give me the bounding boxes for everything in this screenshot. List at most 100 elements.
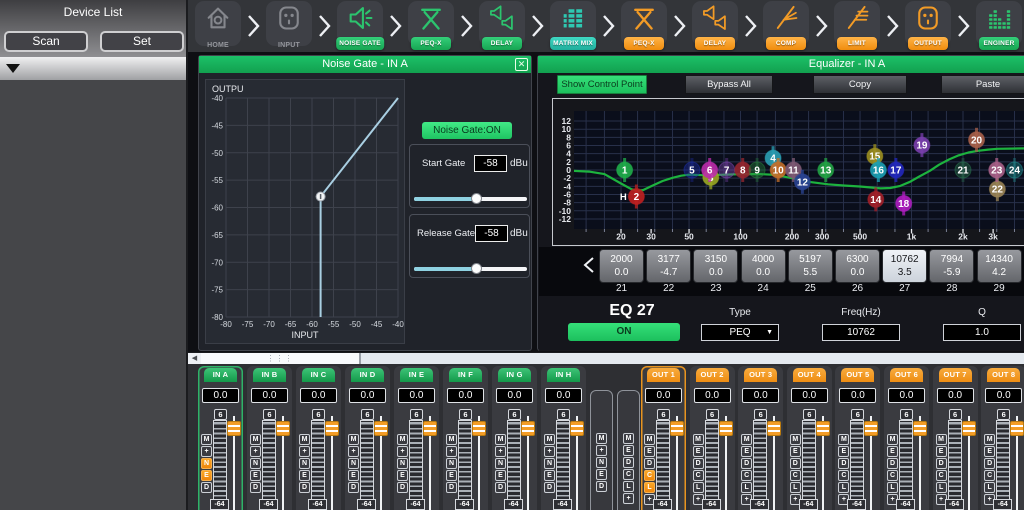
- channel-gain-value[interactable]: 0.0: [349, 388, 386, 403]
- bus-button-l[interactable]: L: [623, 481, 634, 492]
- channel-button-d[interactable]: D: [446, 482, 457, 493]
- channel-gain-value[interactable]: 0.0: [985, 388, 1022, 403]
- channel-strip-in-b[interactable]: IN B0.06-64M+NED: [247, 366, 292, 510]
- fader-handle[interactable]: [816, 421, 830, 436]
- channel-button-n[interactable]: N: [348, 458, 359, 469]
- mixer-scrollbar[interactable]: ◀ ⋮⋮⋮: [188, 352, 1024, 364]
- band-cell-26[interactable]: 63000.0: [835, 249, 880, 283]
- channel-button-d[interactable]: D: [887, 458, 898, 469]
- noise-gate-on-button[interactable]: Noise Gate:ON: [422, 122, 512, 139]
- channel-button-plus[interactable]: +: [348, 446, 359, 457]
- fader-handle[interactable]: [962, 421, 976, 436]
- channel-tab[interactable]: IN A: [204, 368, 237, 382]
- bus-button-c[interactable]: C: [623, 469, 634, 480]
- channel-button-l[interactable]: L: [838, 482, 849, 493]
- band-cell-24[interactable]: 40000.0: [741, 249, 786, 283]
- band-cell-21[interactable]: 20000.0: [599, 249, 644, 283]
- channel-strip-out-4[interactable]: OUT 40.06-64MEDCL+: [787, 366, 832, 510]
- release-gate-slider[interactable]: [414, 267, 527, 271]
- channel-button-d[interactable]: D: [936, 458, 947, 469]
- paste-button[interactable]: Paste: [941, 75, 1024, 94]
- channel-strip-out-3[interactable]: OUT 30.06-64MEDCL+: [738, 366, 783, 510]
- channel-button-m[interactable]: M: [446, 434, 457, 445]
- channel-button-plus[interactable]: +: [495, 446, 506, 457]
- channel-button-d[interactable]: D: [397, 482, 408, 493]
- channel-strip-in-a[interactable]: IN A0.06-64M+NED: [198, 366, 243, 510]
- channel-button-e[interactable]: E: [984, 446, 995, 457]
- q-field[interactable]: 1.0: [943, 324, 1021, 341]
- band-cell-22[interactable]: 3177-4.7: [646, 249, 691, 283]
- channel-tab[interactable]: IN E: [400, 368, 433, 382]
- channel-button-m[interactable]: M: [644, 434, 655, 445]
- channel-button-d[interactable]: D: [984, 458, 995, 469]
- channel-strip-in-e[interactable]: IN E0.06-64M+NED: [394, 366, 439, 510]
- channel-button-m[interactable]: M: [544, 434, 555, 445]
- channel-button-plus[interactable]: +: [397, 446, 408, 457]
- channel-button-n[interactable]: N: [446, 458, 457, 469]
- channel-strip-in-d[interactable]: IN D0.06-64M+NED: [345, 366, 390, 510]
- channel-button-l[interactable]: L: [693, 482, 704, 493]
- device-group-bar[interactable]: [0, 57, 186, 80]
- bus-button-d[interactable]: D: [596, 481, 607, 492]
- channel-gain-value[interactable]: 0.0: [545, 388, 582, 403]
- channel-tab[interactable]: IN D: [351, 368, 384, 382]
- channel-gain-value[interactable]: 0.0: [202, 388, 239, 403]
- channel-button-plus[interactable]: +: [299, 446, 310, 457]
- channel-strip-out-5[interactable]: OUT 50.06-64MEDCL+: [835, 366, 880, 510]
- channel-button-n[interactable]: N: [201, 458, 212, 469]
- channel-button-e[interactable]: E: [201, 470, 212, 481]
- channel-button-d[interactable]: D: [838, 458, 849, 469]
- fader-handle[interactable]: [227, 421, 241, 436]
- channel-strip-in-h[interactable]: IN H0.06-64M+NED: [541, 366, 586, 510]
- channel-button-e[interactable]: E: [446, 470, 457, 481]
- fader-handle[interactable]: [276, 421, 290, 436]
- bus-button-n[interactable]: N: [596, 457, 607, 468]
- channel-button-m[interactable]: M: [201, 434, 212, 445]
- channel-button-c[interactable]: C: [790, 470, 801, 481]
- channel-button-e[interactable]: E: [397, 470, 408, 481]
- channel-button-e[interactable]: E: [838, 446, 849, 457]
- band-cell-23[interactable]: 31500.0: [693, 249, 738, 283]
- fader-handle[interactable]: [670, 421, 684, 436]
- freq-field[interactable]: 10762: [822, 324, 900, 341]
- channel-button-l[interactable]: L: [741, 482, 752, 493]
- scrollbar-thumb[interactable]: ⋮⋮⋮: [201, 353, 361, 364]
- copy-button[interactable]: Copy: [813, 75, 907, 94]
- channel-gain-value[interactable]: 0.0: [839, 388, 876, 403]
- fader-handle[interactable]: [472, 421, 486, 436]
- channel-button-n[interactable]: N: [495, 458, 506, 469]
- channel-button-e[interactable]: E: [644, 446, 655, 457]
- channel-button-e[interactable]: E: [741, 446, 752, 457]
- channel-button-m[interactable]: M: [348, 434, 359, 445]
- channel-button-m[interactable]: M: [495, 434, 506, 445]
- channel-button-n[interactable]: N: [299, 458, 310, 469]
- channel-button-m[interactable]: M: [984, 434, 995, 445]
- channel-button-plus[interactable]: +: [544, 446, 555, 457]
- channel-button-l[interactable]: L: [984, 482, 995, 493]
- channel-button-m[interactable]: M: [887, 434, 898, 445]
- release-gate-slider-thumb[interactable]: [471, 263, 482, 274]
- channel-button-m[interactable]: M: [250, 434, 261, 445]
- channel-tab[interactable]: OUT 1: [647, 368, 680, 382]
- channel-button-e[interactable]: E: [936, 446, 947, 457]
- channel-button-m[interactable]: M: [693, 434, 704, 445]
- band-scroll-left-icon[interactable]: [583, 256, 595, 274]
- channel-strip-in-c[interactable]: IN C0.06-64M+NED: [296, 366, 341, 510]
- channel-button-m[interactable]: M: [397, 434, 408, 445]
- channel-strip-out-2[interactable]: OUT 20.06-64MEDCL+: [690, 366, 735, 510]
- channel-button-m[interactable]: M: [790, 434, 801, 445]
- fader-handle[interactable]: [767, 421, 781, 436]
- channel-gain-value[interactable]: 0.0: [645, 388, 682, 403]
- set-button[interactable]: Set: [100, 31, 184, 52]
- bus-button-d[interactable]: D: [623, 457, 634, 468]
- channel-tab[interactable]: IN B: [253, 368, 286, 382]
- channel-strip-in-g[interactable]: IN G0.06-64M+NED: [492, 366, 537, 510]
- channel-gain-value[interactable]: 0.0: [937, 388, 974, 403]
- fader-handle[interactable]: [423, 421, 437, 436]
- channel-button-d[interactable]: D: [250, 482, 261, 493]
- channel-button-c[interactable]: C: [741, 470, 752, 481]
- channel-button-m[interactable]: M: [936, 434, 947, 445]
- channel-button-d[interactable]: D: [348, 482, 359, 493]
- fader-handle[interactable]: [913, 421, 927, 436]
- channel-tab[interactable]: IN C: [302, 368, 335, 382]
